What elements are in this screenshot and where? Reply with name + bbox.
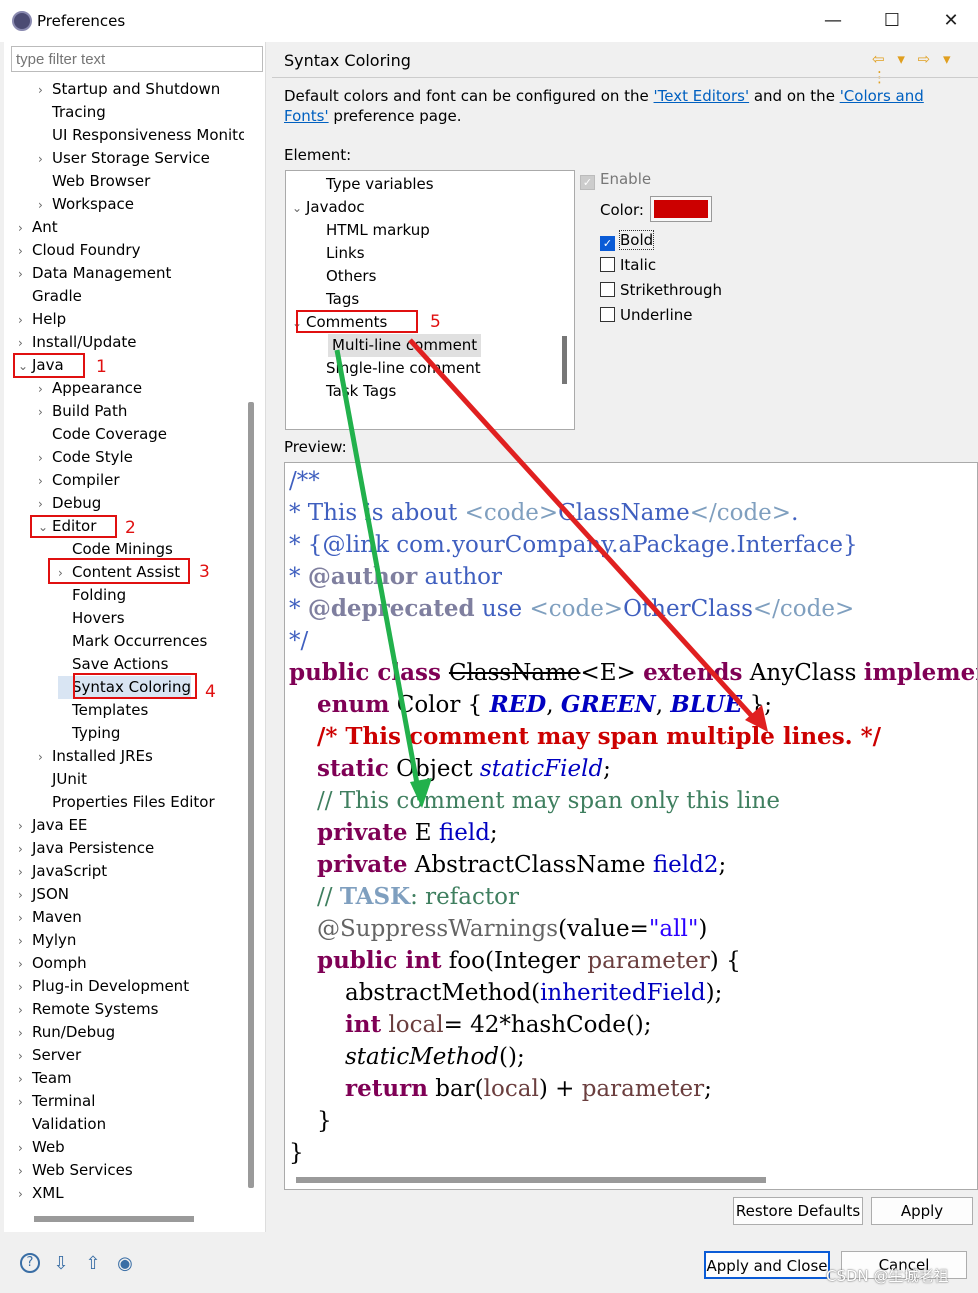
- red-arrow-line: [408, 338, 762, 727]
- import-icon[interactable]: ⇩: [50, 1253, 72, 1275]
- export-icon[interactable]: ⇧: [82, 1253, 104, 1275]
- green-arrow-line: [334, 349, 423, 801]
- watermark: CSDN @生城老祖: [826, 1267, 949, 1285]
- help-icon[interactable]: ?: [20, 1253, 40, 1273]
- oomph-icon[interactable]: ◉: [114, 1253, 136, 1275]
- green-arrow-head: [410, 778, 432, 808]
- annotation-arrows: [334, 338, 768, 808]
- apply-and-close-button[interactable]: Apply and Close: [704, 1251, 830, 1279]
